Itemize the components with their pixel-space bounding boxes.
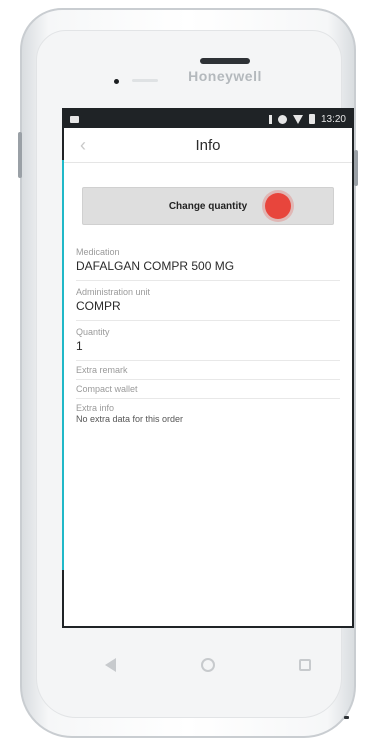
extra-info-label: Extra info: [76, 403, 115, 413]
extra-remark-field: Extra remark: [76, 361, 340, 380]
nav-back-button[interactable]: [96, 650, 126, 680]
extra-info-value: No extra data for this order: [76, 414, 184, 424]
change-quantity-label: Change quantity: [168, 200, 248, 212]
status-bar: 13:20: [64, 110, 352, 128]
notification-icon: [70, 115, 79, 123]
info-content: Change quantity Medication DAFALGAN COMP…: [64, 187, 352, 428]
side-button-right[interactable]: [354, 150, 358, 186]
medication-field: Medication DAFALGAN COMPR 500 MG: [76, 241, 340, 281]
tap-indicator: [265, 193, 291, 219]
bottom-mark: [344, 716, 349, 719]
bluetooth-icon: [268, 114, 272, 124]
extra-info-field: Extra info No extra data for this order: [76, 399, 340, 428]
quantity-label: Quantity: [76, 327, 110, 337]
status-time: 13:20: [320, 113, 346, 125]
administration-unit-label: Administration unit: [76, 287, 151, 297]
proximity-sensor: [132, 79, 158, 82]
medication-label: Medication: [76, 247, 120, 257]
chevron-left-icon: ‹: [80, 135, 86, 155]
sync-icon: [277, 114, 287, 124]
medication-value: DAFALGAN COMPR 500 MG: [76, 259, 235, 273]
back-triangle-icon: [105, 658, 117, 672]
home-circle-icon: [200, 658, 215, 672]
extra-remark-label: Extra remark: [76, 365, 128, 375]
nav-home-button[interactable]: [193, 650, 223, 680]
accent-line: [62, 160, 64, 570]
page-title: Info: [195, 136, 221, 154]
recents-square-icon: [299, 659, 312, 671]
app-header: ‹ Info: [64, 128, 352, 163]
side-button-left[interactable]: [18, 132, 22, 178]
change-quantity-button[interactable]: Change quantity: [82, 187, 334, 225]
nav-recents-button[interactable]: [290, 650, 320, 680]
device-screen: 13:20 ‹ Info Change quantity Medication …: [62, 108, 354, 628]
back-button[interactable]: ‹: [72, 135, 94, 155]
wifi-icon: [292, 114, 303, 124]
administration-unit-field: Administration unit COMPR: [76, 281, 340, 321]
quantity-value: 1: [76, 339, 83, 353]
quantity-field: Quantity 1: [76, 321, 340, 361]
compact-wallet-label: Compact wallet: [76, 384, 138, 394]
navigation-bar: [62, 640, 354, 690]
front-camera: [114, 79, 119, 84]
battery-icon: [308, 114, 315, 124]
administration-unit-value: COMPR: [76, 299, 121, 313]
earpiece-speaker: [200, 58, 250, 64]
compact-wallet-field: Compact wallet: [76, 380, 340, 399]
brand-logo: Honeywell: [188, 68, 262, 84]
